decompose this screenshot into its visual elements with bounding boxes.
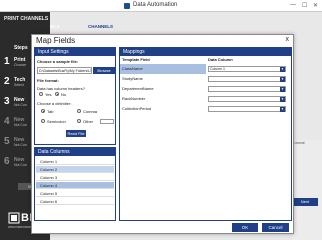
tab-channels[interactable]: CHANNELS [88, 24, 113, 29]
step-sub: Choose [14, 63, 27, 67]
mapping-column-select[interactable]: ▼ [208, 76, 286, 82]
input-settings-header: Input Settings [35, 48, 115, 56]
data-column-item[interactable]: Column 5 [36, 190, 114, 197]
mapping-row[interactable]: RackNumber ▼ [120, 94, 291, 104]
background-right: Format Next [292, 140, 322, 240]
mapping-field-name: StudyName [122, 76, 143, 81]
header-question-label: Data has column headers? [37, 86, 85, 91]
step-number: 6 [4, 156, 10, 167]
file-path-input[interactable]: D:\Datasets\BusFly\My Folders\LT... [37, 67, 92, 74]
delimiter-other-label: Other [83, 119, 94, 124]
mapping-row[interactable]: CollectionPeriod ▼ [120, 104, 291, 114]
file-format-label: File format: [37, 78, 59, 83]
step-number: 1 [4, 56, 10, 67]
delimiter-other-radio[interactable] [77, 119, 81, 123]
mapping-column-select[interactable]: ▼ [208, 106, 286, 112]
template-field-header: Template Field [122, 57, 150, 62]
input-settings-panel: Input Settings Choose a sample file: D:\… [34, 47, 116, 145]
mapping-field-name: RackNumber [122, 96, 146, 101]
mapping-field-name: ClassName [120, 64, 206, 74]
data-columns-header: Data Columns [35, 148, 115, 156]
mapping-field-name: CollectionPeriod [122, 106, 152, 111]
chevron-down-icon[interactable]: ▼ [280, 77, 285, 82]
mapping-column-select[interactable]: ▼ [208, 96, 286, 102]
step-sub: Not Con [14, 143, 27, 147]
minimize-icon[interactable]: — [290, 2, 296, 8]
mapping-field-name: DepartmentName [122, 86, 154, 91]
dialog-title: Map Fields [36, 36, 76, 45]
delimiter-semicolon-radio[interactable] [41, 119, 45, 123]
header-no-label: No [61, 92, 67, 97]
step-sub: Not Con [14, 103, 27, 107]
app-icon [124, 3, 130, 9]
data-column-item[interactable]: Column 2 [36, 166, 114, 173]
background-next-button[interactable]: Next [292, 198, 318, 206]
step-number: 3 [4, 96, 10, 107]
mappings-panel: Mappings Template Field Data Column Clas… [119, 47, 292, 221]
data-columns-panel: Data Columns Column 1 Column 2 Column 3 … [34, 147, 116, 221]
delimiter-comma-radio[interactable] [77, 109, 81, 113]
mappings-column-headers: Template Field Data Column [120, 57, 291, 63]
step-number: 5 [4, 136, 10, 147]
mappings-header: Mappings [120, 48, 291, 56]
step-number: 4 [4, 116, 10, 127]
window-titlebar: Data Automation — ☐ ✕ [0, 0, 322, 12]
mapping-column-select[interactable]: Column 1 ▼ [208, 66, 286, 72]
step-sub: Not Con [14, 123, 27, 127]
chevron-down-icon[interactable]: ▼ [280, 97, 285, 102]
close-window-icon[interactable]: ✕ [313, 2, 318, 9]
choose-file-label: Choose a sample file: [37, 59, 79, 64]
delimiter-label: Choose a delimiter: [37, 101, 72, 106]
data-column-item[interactable]: Column 1 [36, 158, 114, 165]
cancel-button[interactable]: Cancel [262, 223, 289, 232]
map-fields-dialog: Map Fields x Input Settings Choose a sam… [31, 34, 294, 234]
brady-logo-icon [8, 212, 20, 224]
header-yes-radio[interactable] [39, 92, 43, 96]
step-number: 2 [4, 76, 10, 87]
other-delimiter-input[interactable] [100, 119, 114, 124]
steps-title: Steps [14, 45, 28, 51]
window-title: Data Automation [133, 2, 178, 8]
maximize-icon[interactable]: ☐ [302, 2, 307, 9]
delimiter-semicolon-label: Semicolon [47, 119, 66, 124]
step-sub: Not Con [14, 163, 27, 167]
mapping-row[interactable]: DepartmentName ▼ [120, 84, 291, 94]
chevron-down-icon[interactable]: ▼ [280, 67, 285, 72]
sidebar-section-label: PRINT CHANNELS [4, 16, 49, 22]
mapping-row[interactable]: StudyName ▼ [120, 74, 291, 84]
header-yes-label: Yes [45, 92, 52, 97]
read-file-button[interactable]: Read File [66, 130, 86, 137]
data-column-header: Data Column [208, 57, 233, 62]
mapping-row[interactable]: ClassName Column 1 ▼ [120, 64, 291, 74]
chevron-down-icon[interactable]: ▼ [280, 87, 285, 92]
delimiter-tab-radio[interactable] [41, 109, 45, 113]
delimiter-tab-label: Tab [47, 109, 54, 114]
browse-button[interactable]: Browse [93, 67, 115, 74]
ok-button[interactable]: OK [232, 223, 258, 232]
mapping-column-select[interactable]: ▼ [208, 86, 286, 92]
data-column-item[interactable]: Column 6 [36, 198, 114, 205]
step-sub: Select [14, 83, 24, 87]
data-column-item[interactable]: Column 4 [36, 182, 114, 189]
chevron-down-icon[interactable]: ▼ [280, 107, 285, 112]
data-column-item[interactable]: Column 3 [36, 174, 114, 181]
select-value: Column 1 [210, 67, 225, 71]
delimiter-comma-label: Comma [83, 109, 98, 114]
close-icon[interactable]: x [286, 36, 290, 43]
header-no-radio[interactable] [55, 92, 59, 96]
